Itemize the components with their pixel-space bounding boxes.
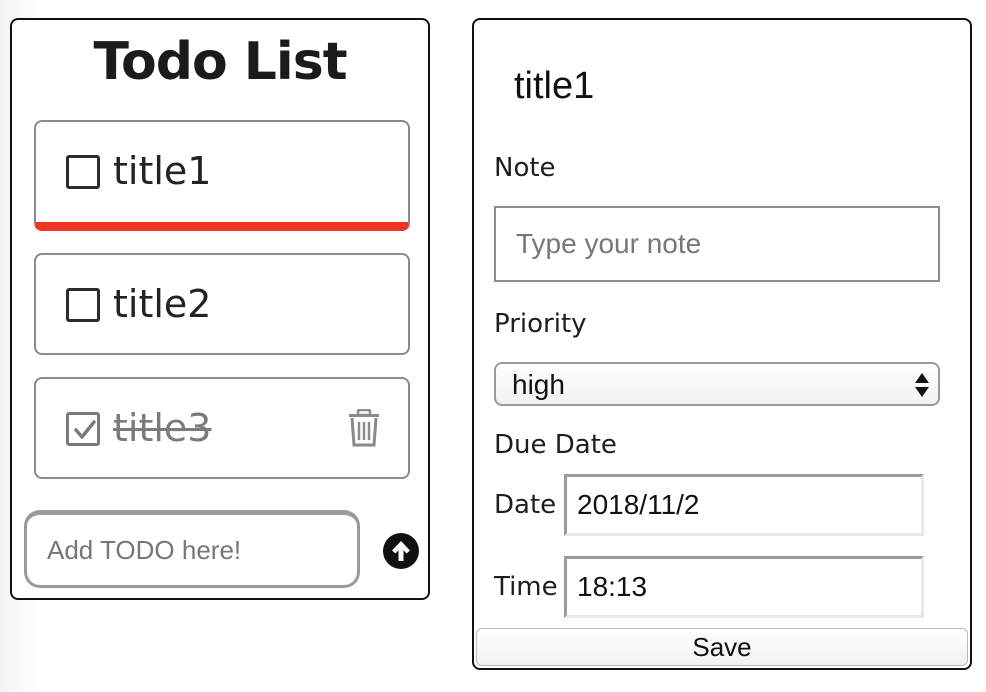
- add-todo-input[interactable]: [24, 510, 360, 588]
- todo-item-label: title3: [113, 406, 212, 450]
- select-arrows-icon: [914, 371, 930, 403]
- todo-item-label: title2: [113, 282, 212, 326]
- detail-title: title1: [514, 65, 595, 107]
- todo-list-title: Todo List: [93, 32, 347, 92]
- todo-item-1[interactable]: title1: [34, 120, 410, 231]
- todo-item-label: title1: [113, 149, 212, 193]
- priority-select[interactable]: high: [494, 362, 940, 406]
- note-input[interactable]: [494, 206, 940, 282]
- date-input[interactable]: [564, 474, 924, 536]
- todo-item-3[interactable]: title3: [34, 377, 410, 479]
- todo-list-panel: Todo List title1 title2 title3: [10, 18, 430, 600]
- checked-checkbox-icon[interactable]: [66, 412, 100, 446]
- todo-detail-panel: title1 Note Priority high Due Date Date …: [472, 18, 972, 670]
- trash-icon[interactable]: [348, 408, 380, 451]
- checkbox-icon[interactable]: [66, 155, 100, 189]
- time-label: Time: [494, 572, 558, 602]
- note-label: Note: [494, 153, 556, 183]
- checkbox-icon[interactable]: [66, 288, 100, 322]
- todo-item-2[interactable]: title2: [34, 253, 410, 355]
- save-button[interactable]: Save: [476, 628, 968, 666]
- time-input[interactable]: [564, 556, 924, 618]
- due-date-label: Due Date: [494, 430, 617, 460]
- priority-selected-value: high: [512, 369, 565, 400]
- priority-label: Priority: [494, 309, 587, 339]
- date-label: Date: [494, 490, 557, 520]
- arrow-up-circle-icon[interactable]: [382, 532, 420, 570]
